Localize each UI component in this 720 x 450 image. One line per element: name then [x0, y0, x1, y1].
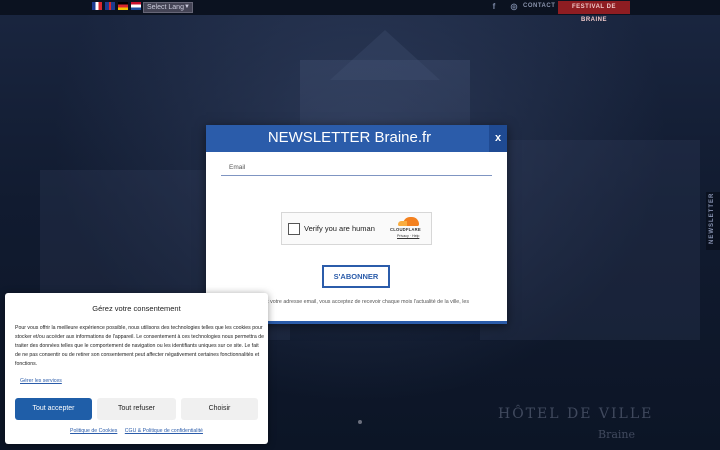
facebook-icon[interactable]: f	[489, 2, 499, 12]
flag-nl-icon[interactable]	[131, 2, 141, 10]
newsletter-disclaimer: En renseignant votre adresse email, vous…	[233, 299, 469, 305]
flag-en-icon[interactable]	[105, 2, 115, 10]
flag-fr-icon[interactable]	[92, 2, 102, 10]
cloudflare-cloud-icon	[398, 217, 419, 226]
cloudflare-brand: CLOUDFLARE	[390, 227, 421, 232]
newsletter-side-tab-label: NEWSLETTER	[709, 192, 715, 244]
accept-all-button[interactable]: Tout accepter	[15, 398, 92, 420]
language-select-value: Select Lang	[147, 4, 184, 11]
captcha-label: Verify you are human	[304, 224, 375, 233]
choose-button[interactable]: Choisir	[181, 398, 258, 420]
email-field[interactable]	[221, 159, 492, 176]
flag-de-icon[interactable]	[118, 2, 128, 10]
close-button[interactable]: x	[489, 125, 507, 152]
consent-body: Pour vous offrir la meilleure expérience…	[15, 325, 264, 368]
chevron-down-icon: ▼	[184, 4, 190, 10]
newsletter-side-tab[interactable]: NEWSLETTER	[706, 192, 720, 250]
privacy-policy-link[interactable]: CGU & Politique de confidentialité	[125, 428, 203, 434]
slider-dot[interactable]	[358, 420, 362, 424]
background-wing-right	[480, 140, 700, 340]
cookie-policy-link[interactable]: Politique de Cookies	[70, 428, 117, 434]
social-icons: f ◎	[489, 2, 519, 12]
newsletter-title: NEWSLETTER Braine.fr	[267, 129, 432, 146]
cloudflare-logo: CLOUDFLARE Privacy · Help	[389, 217, 429, 241]
subscribe-button[interactable]: S'ABONNER	[322, 265, 390, 288]
language-select[interactable]: Select Lang ▼	[143, 2, 193, 13]
instagram-icon[interactable]: ◎	[509, 2, 519, 12]
policy-links: Politique de Cookies CGU & Politique de …	[5, 428, 268, 434]
manage-services-link[interactable]: Gérer les services	[20, 378, 62, 384]
captcha-widget: Verify you are human CLOUDFLARE Privacy …	[281, 212, 432, 245]
captcha-links[interactable]: Privacy · Help	[397, 234, 419, 238]
newsletter-modal-header: NEWSLETTER Braine.fr x	[206, 125, 507, 152]
background-subtitle-2: Braine	[598, 428, 636, 441]
consent-title: Gérez votre consentement	[92, 304, 181, 313]
contact-link[interactable]: CONTACT	[523, 3, 555, 9]
festival-button[interactable]: FESTIVAL DE BRAINE	[558, 1, 630, 23]
refuse-all-button[interactable]: Tout refuser	[97, 398, 176, 420]
language-flags	[92, 2, 141, 10]
top-bar: Select Lang ▼ f ◎ CONTACT FESTIVAL DE BR…	[0, 0, 720, 23]
cookie-consent-panel: Gérez votre consentement Pour vous offri…	[5, 293, 268, 444]
background-subtitle: HÔTEL DE VILLE	[498, 406, 654, 422]
captcha-checkbox[interactable]	[288, 223, 300, 235]
